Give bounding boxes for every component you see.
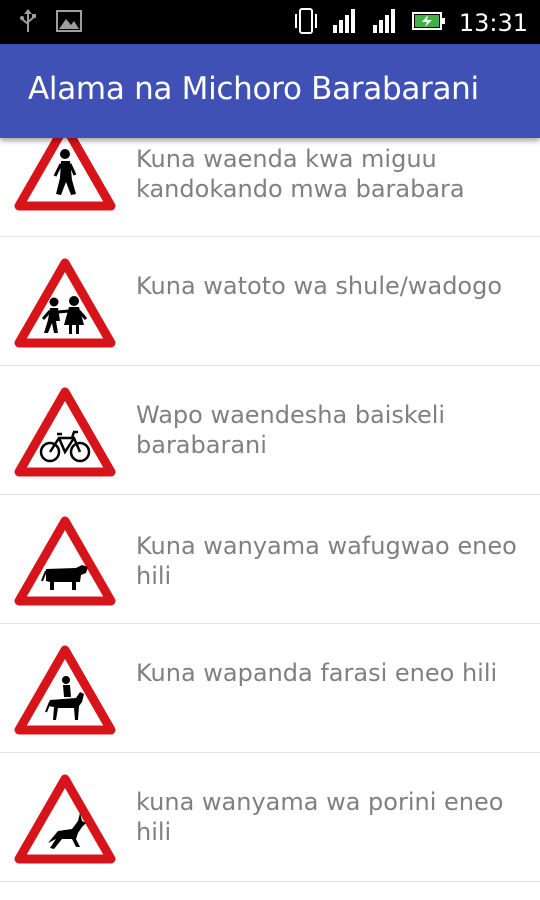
status-left-icons	[18, 8, 82, 38]
image-icon	[56, 9, 82, 37]
list-item[interactable]: Kuna wanyama wafugwao eneo hili	[0, 495, 540, 624]
cyclist-warning-sign-icon	[14, 386, 116, 478]
app-title: Alama na Michoro Barabarani	[28, 71, 479, 107]
list-item[interactable]: Kuna watoto wa shule/wadogo	[0, 237, 540, 366]
sign-description: Kuna wanyama wafugwao eneo hili	[136, 532, 517, 590]
sign-description: Wapo waendesha baiskeli barabarani	[136, 401, 446, 459]
sign-description: Kuna watoto wa shule/wadogo	[136, 272, 503, 300]
list-item[interactable]: Kuna wapanda farasi eneo hili	[0, 624, 540, 753]
battery-charging-icon	[411, 9, 447, 37]
status-right-icons: 13:31	[293, 6, 528, 40]
vibrate-icon	[293, 6, 319, 40]
wild-animal-warning-sign-icon	[14, 773, 116, 865]
status-bar: 13:31	[0, 0, 540, 44]
school-children-warning-sign-icon	[14, 257, 116, 349]
list-item[interactable]: kuna wanyama wa porini eneo hili	[0, 753, 540, 882]
horse-rider-warning-sign-icon	[14, 644, 116, 736]
list-item[interactable]: Wapo waendesha baiskeli barabarani	[0, 366, 540, 495]
signs-list[interactable]: Kuna waenda kwa miguu kandokando mwa bar…	[0, 108, 540, 900]
cattle-warning-sign-icon	[14, 515, 116, 607]
sign-description: Kuna waenda kwa miguu kandokando mwa bar…	[136, 145, 465, 203]
status-time: 13:31	[458, 9, 528, 37]
signal-icon	[331, 7, 359, 39]
sign-description: Kuna wapanda farasi eneo hili	[136, 659, 498, 687]
signal-icon	[371, 7, 399, 39]
app-bar: Alama na Michoro Barabarani	[0, 44, 540, 138]
sign-description: kuna wanyama wa porini eneo hili	[136, 788, 504, 846]
usb-icon	[18, 8, 38, 38]
